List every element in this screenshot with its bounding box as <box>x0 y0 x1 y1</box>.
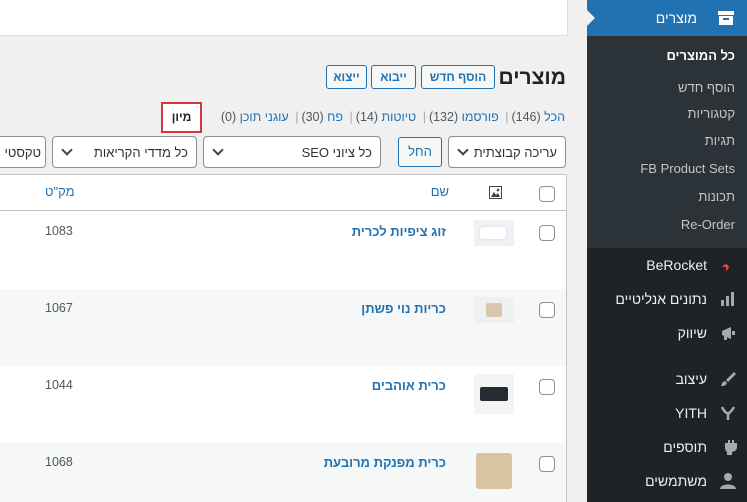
sidebar-item-analytics[interactable]: נתונים אנליטיים <box>587 284 747 314</box>
column-header-name[interactable]: שם <box>431 184 449 199</box>
sidebar-item-label: YITH <box>675 405 707 421</box>
sidebar-item-label: מוצרים <box>655 10 697 26</box>
product-thumbnail[interactable] <box>474 220 514 246</box>
sidebar-item-label: שיווק <box>677 325 707 341</box>
submenu-tags[interactable]: תגיות <box>705 133 735 148</box>
product-sku: 1044 <box>45 378 73 392</box>
submenu-add-new[interactable]: הוסף חדש <box>678 80 735 95</box>
user-icon <box>720 473 736 489</box>
bar-chart-icon <box>721 292 734 306</box>
readability-select[interactable]: כל מדדי הקריאות <box>52 136 197 168</box>
current-menu-arrow <box>586 9 595 27</box>
paintbrush-icon <box>721 372 736 386</box>
products-submenu: כל המוצרים הוסף חדש קטגוריות תגיות FB Pr… <box>587 36 747 248</box>
top-notice-box <box>0 0 568 36</box>
seo-score-select[interactable]: כל ציוני SEO <box>203 136 381 168</box>
view-published-link[interactable]: פורסמו <box>462 110 499 124</box>
sidebar-item-berocket[interactable]: BeRocket <box>587 250 747 280</box>
select-value: טקסטי <box>4 145 41 160</box>
sort-link[interactable]: מיון <box>161 102 202 133</box>
table-header: שם מק"ט <box>0 175 567 211</box>
image-icon <box>489 186 502 199</box>
submenu-categories[interactable]: קטגוריות <box>688 106 735 121</box>
product-thumbnail[interactable] <box>474 451 514 491</box>
sidebar-item-label: תוספים <box>663 439 707 455</box>
sidebar-item-marketing[interactable]: שיווק <box>587 318 747 348</box>
products-table: שם מק"ט זוג ציפיות לכרית 1083 כריות נוי … <box>0 174 567 502</box>
sidebar-item-label: נתונים אנליטיים <box>615 291 707 307</box>
view-drafts-link[interactable]: טיוטות <box>382 110 417 124</box>
select-value: כל ציוני SEO <box>301 145 372 160</box>
product-name-link[interactable]: זוג ציפיות לכרית <box>352 224 446 239</box>
megaphone-icon <box>722 327 735 340</box>
import-button[interactable]: ייבוא <box>371 65 416 89</box>
view-count: (14) <box>355 110 379 124</box>
select-value: כל מדדי הקריאות <box>93 145 188 160</box>
sidebar-item-label: עיצוב <box>675 371 707 387</box>
select-all-checkbox[interactable] <box>539 186 555 202</box>
product-name-link[interactable]: כרית מפנקת מרובעת <box>324 455 446 470</box>
row-checkbox[interactable] <box>539 379 555 395</box>
row-checkbox[interactable] <box>539 225 555 241</box>
product-thumbnail[interactable] <box>474 374 514 414</box>
apply-button[interactable]: החל <box>398 137 442 167</box>
status-views: הכל (146)| פורסמו (132)| טיוטות (14)| פח… <box>220 110 565 124</box>
sidebar-item-label: משתמשים <box>645 473 707 489</box>
product-sku: 1067 <box>45 301 73 315</box>
chevron-down-icon <box>61 144 73 156</box>
product-type-select[interactable]: טקסטי <box>0 136 46 168</box>
rocket-icon <box>722 258 735 271</box>
product-name-link[interactable]: כריות נוי פשתן <box>361 301 446 316</box>
view-count: (0) <box>220 110 237 124</box>
sidebar-item-products[interactable]: מוצרים <box>586 0 747 36</box>
add-new-button[interactable]: הוסף חדש <box>421 65 495 89</box>
view-all-link[interactable]: הכל <box>544 110 565 124</box>
submenu-fb-product-sets[interactable]: FB Product Sets <box>640 161 735 176</box>
view-anchors-link[interactable]: עוגני תוכן <box>240 110 289 124</box>
view-trash-link[interactable]: פח <box>327 110 343 124</box>
row-checkbox[interactable] <box>539 302 555 318</box>
row-checkbox[interactable] <box>539 456 555 472</box>
sidebar-item-yith[interactable]: YITH <box>587 398 747 428</box>
column-header-sku[interactable]: מק"ט <box>45 184 75 199</box>
product-sku: 1083 <box>45 224 73 238</box>
table-row: זוג ציפיות לכרית 1083 <box>0 212 566 289</box>
product-thumbnail[interactable] <box>474 297 514 323</box>
view-count: (146) <box>511 110 541 124</box>
product-name-link[interactable]: כרית אוהבים <box>372 378 446 393</box>
view-count: (132) <box>428 110 459 124</box>
sidebar-item-appearance[interactable]: עיצוב <box>587 364 747 394</box>
bulk-action-select[interactable]: עריכה קבוצתית <box>448 136 566 168</box>
archive-icon <box>718 11 734 25</box>
table-row: כריות נוי פשתן 1067 <box>0 289 566 366</box>
export-button[interactable]: ייצוא <box>326 65 367 89</box>
sidebar-item-plugins[interactable]: תוספים <box>587 432 747 462</box>
admin-sidebar: מוצרים כל המוצרים הוסף חדש קטגוריות תגיו… <box>586 0 747 502</box>
chevron-down-icon <box>212 144 224 156</box>
sidebar-item-users[interactable]: משתמשים <box>587 466 747 496</box>
submenu-reorder[interactable]: Re-Order <box>681 217 735 232</box>
chevron-down-icon <box>457 144 469 156</box>
yith-logo-icon <box>720 406 736 420</box>
submenu-all-products[interactable]: כל המוצרים <box>666 48 735 63</box>
plugin-icon <box>725 440 737 455</box>
sidebar-item-label: BeRocket <box>646 257 707 273</box>
submenu-attributes[interactable]: תכונות <box>698 189 735 204</box>
page-title: מוצרים <box>498 66 566 89</box>
table-row: כרית מפנקת מרובעת 1068 <box>0 443 566 502</box>
view-count: (30) <box>301 110 324 124</box>
table-row: כרית אוהבים 1044 <box>0 366 566 443</box>
product-sku: 1068 <box>45 455 73 469</box>
select-value: עריכה קבוצתית <box>473 145 557 160</box>
